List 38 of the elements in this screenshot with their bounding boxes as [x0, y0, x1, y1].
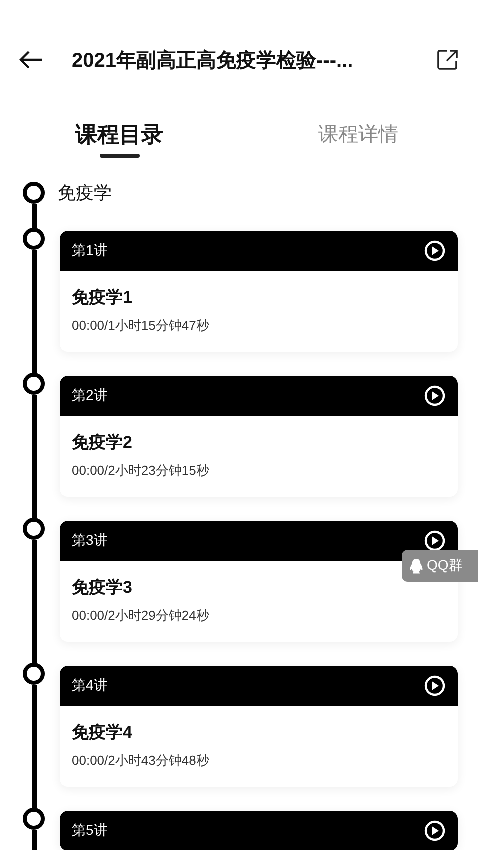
play-icon[interactable] — [424, 240, 446, 262]
lesson-number: 第2讲 — [72, 387, 108, 405]
tab[interactable]: 课程详情 — [239, 120, 478, 182]
share-button[interactable] — [436, 48, 460, 72]
penguin-icon — [409, 558, 424, 574]
tab[interactable]: 课程目录 — [0, 120, 239, 182]
lesson-title: 免疫学1 — [72, 287, 134, 309]
timeline-node — [23, 663, 45, 685]
section-title: 免疫学 — [58, 182, 112, 205]
lesson-duration: 00:00/1小时15分钟47秒 — [72, 317, 210, 335]
page-title: 2021年副高正高免疫学检验---... — [72, 48, 354, 74]
back-button[interactable] — [18, 49, 44, 71]
timeline-node — [23, 808, 45, 830]
lesson-duration: 00:00/2小时23分钟15秒 — [72, 462, 210, 480]
play-icon[interactable] — [424, 385, 446, 407]
share-icon — [436, 48, 460, 72]
timeline-node — [23, 182, 45, 204]
lesson-title: 免疫学4 — [72, 722, 134, 744]
play-icon[interactable] — [424, 820, 446, 842]
lesson-duration: 00:00/2小时29分钟24秒 — [72, 607, 210, 625]
lesson-title: 免疫学2 — [72, 432, 134, 454]
lesson-number: 第1讲 — [72, 242, 108, 260]
lesson-card[interactable]: 第4讲 免疫学4 00:00/2小时43分钟48秒 — [60, 666, 458, 787]
lesson-number: 第4讲 — [72, 677, 108, 695]
play-icon[interactable] — [424, 675, 446, 697]
lesson-number: 第5讲 — [72, 822, 108, 840]
lesson-duration: 00:00/2小时43分钟48秒 — [72, 752, 210, 770]
lesson-card[interactable]: 第5讲 — [60, 811, 458, 850]
back-arrow-icon — [18, 49, 44, 71]
lesson-card[interactable]: 第1讲 免疫学1 00:00/1小时15分钟47秒 — [60, 231, 458, 352]
lesson-title: 免疫学3 — [72, 577, 134, 599]
timeline-node — [23, 228, 45, 250]
lesson-card[interactable]: 第2讲 免疫学2 00:00/2小时23分钟15秒 — [60, 376, 458, 497]
play-icon[interactable] — [424, 530, 446, 552]
lesson-number: 第3讲 — [72, 532, 108, 550]
timeline-node — [23, 518, 45, 540]
timeline-node — [23, 373, 45, 395]
tab-indicator — [100, 154, 140, 158]
